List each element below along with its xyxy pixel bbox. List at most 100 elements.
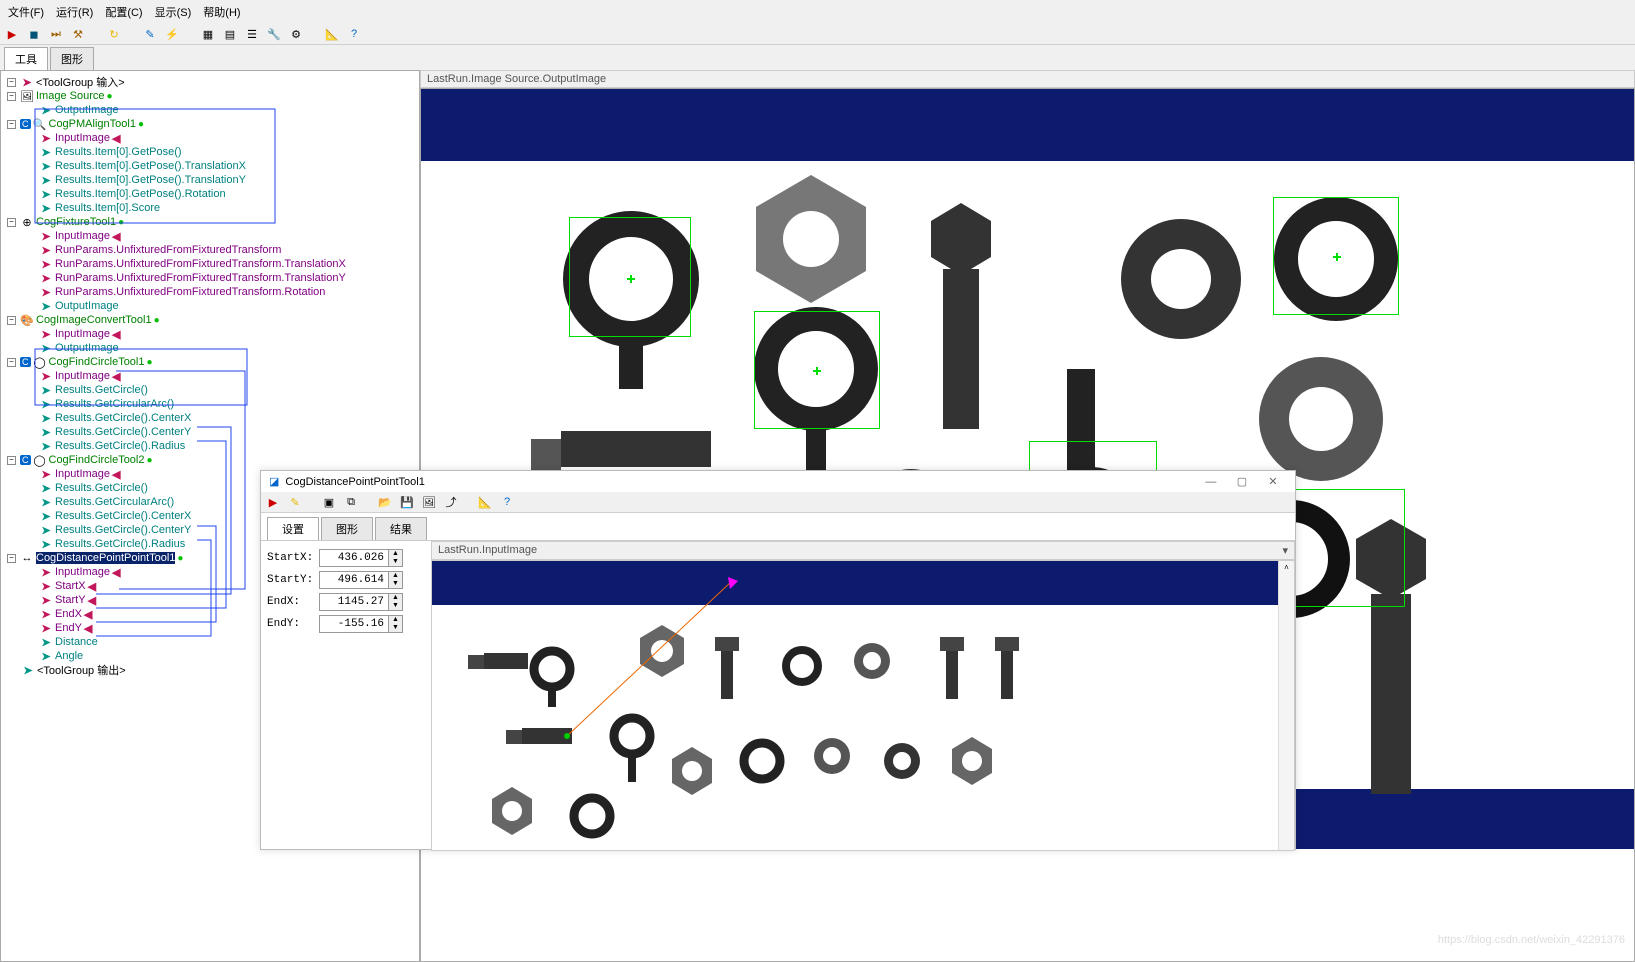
tree-input-image[interactable]: InputImage (55, 370, 110, 382)
tree-getcirculararc[interactable]: Results.GetCircularArc() (55, 496, 174, 508)
tree-runparams-rot[interactable]: RunParams.UnfixturedFromFixturedTransfor… (55, 286, 325, 298)
tree-startx[interactable]: StartX (55, 580, 86, 592)
tab-shapes[interactable]: 图形 (50, 47, 94, 70)
copy-icon[interactable]: ⧉ (343, 494, 359, 510)
scroll-up-icon[interactable]: ˄ (1281, 563, 1292, 575)
tree-getpose-ty[interactable]: Results.Item[0].GetPose().TranslationY (55, 174, 246, 186)
tree-getcircle[interactable]: Results.GetCircle() (55, 482, 148, 494)
edit-icon[interactable]: ✎ (287, 494, 303, 510)
endx-input[interactable] (320, 594, 388, 610)
tree-output-image[interactable]: OutputImage (55, 342, 119, 354)
tree-toolgroup-in[interactable]: <ToolGroup 输入> (36, 74, 125, 90)
form-icon[interactable]: ▦ (200, 26, 216, 42)
tree-getcircle-cx[interactable]: Results.GetCircle().CenterX (55, 412, 191, 424)
export-icon[interactable]: ⤴ (443, 494, 459, 510)
tree-endy[interactable]: EndY (55, 622, 82, 634)
menu-show[interactable]: 显示(S) (151, 2, 196, 22)
wand-icon[interactable]: ✎ (142, 26, 158, 42)
sub-image-area[interactable]: ˄ (431, 560, 1295, 851)
expander-icon[interactable]: − (7, 218, 16, 227)
tree-output-image[interactable]: OutputImage (55, 104, 119, 116)
sub-window-titlebar[interactable]: ◪ CogDistancePointPointTool1 — ▢ ✕ (261, 471, 1295, 492)
refresh-icon[interactable]: ↻ (106, 26, 122, 42)
tab-tools[interactable]: 工具 (4, 47, 48, 70)
tab-shapes[interactable]: 图形 (321, 517, 373, 540)
close-button[interactable]: ✕ (1259, 475, 1287, 488)
expander-icon[interactable]: − (7, 78, 16, 87)
tree-convert[interactable]: CogImageConvertTool1 (36, 314, 152, 326)
expander-icon[interactable]: − (7, 554, 16, 563)
menu-file[interactable]: 文件(F) (4, 2, 48, 22)
gear-icon[interactable]: ⚙ (288, 26, 304, 42)
tree-input-image[interactable]: InputImage (55, 468, 110, 480)
tree-output-image[interactable]: OutputImage (55, 300, 119, 312)
dropdown-icon[interactable]: ▾ (1282, 544, 1288, 557)
tree-fixture[interactable]: CogFixtureTool1 (36, 216, 116, 228)
tree-getcircle-cx[interactable]: Results.GetCircle().CenterX (55, 510, 191, 522)
stop-icon[interactable]: ◼ (26, 26, 42, 42)
tab-settings[interactable]: 设置 (267, 517, 319, 540)
tree-input-image[interactable]: InputImage (55, 132, 110, 144)
tab-results[interactable]: 结果 (375, 517, 427, 540)
spin-up-icon[interactable]: ▲ (389, 572, 402, 580)
grid-icon[interactable]: ▤ (222, 26, 238, 42)
menu-run[interactable]: 运行(R) (52, 2, 97, 22)
tree-toolgroup-out[interactable]: <ToolGroup 输出> (37, 662, 126, 678)
tree-runparams[interactable]: RunParams.UnfixturedFromFixturedTransfor… (55, 244, 281, 256)
ruler-icon[interactable]: 📐 (324, 26, 340, 42)
tree-distance[interactable]: Distance (55, 636, 98, 648)
spin-down-icon[interactable]: ▼ (389, 580, 402, 588)
ruler-icon[interactable]: 📐 (477, 494, 493, 510)
spin-down-icon[interactable]: ▼ (389, 558, 402, 566)
wrench-icon[interactable]: 🔧 (266, 26, 282, 42)
tree-getcircle-r[interactable]: Results.GetCircle().Radius (55, 440, 185, 452)
expander-icon[interactable]: − (7, 120, 16, 129)
tree-endx[interactable]: EndX (55, 608, 82, 620)
spin-up-icon[interactable]: ▲ (389, 594, 402, 602)
spin-up-icon[interactable]: ▲ (389, 550, 402, 558)
save-icon[interactable]: 💾 (399, 494, 415, 510)
tree-getcircle-r[interactable]: Results.GetCircle().Radius (55, 538, 185, 550)
tree-angle[interactable]: Angle (55, 650, 83, 662)
tree-distance-tool[interactable]: CogDistancePointPointTool1 (36, 552, 175, 564)
tree-findcircle1[interactable]: CogFindCircleTool1 (49, 356, 145, 368)
expander-icon[interactable]: − (7, 92, 16, 101)
help-icon[interactable]: ? (346, 26, 362, 42)
tree-pmalign[interactable]: CogPMAlignTool1 (49, 118, 136, 130)
tree-image-source[interactable]: Image Source (36, 90, 104, 102)
tree-findcircle2[interactable]: CogFindCircleTool2 (49, 454, 145, 466)
minimize-button[interactable]: — (1197, 476, 1225, 488)
spin-down-icon[interactable]: ▼ (389, 602, 402, 610)
tree-getcircle[interactable]: Results.GetCircle() (55, 384, 148, 396)
scrollbar[interactable]: ˄ (1278, 561, 1294, 850)
image-icon[interactable]: 🖼 (421, 494, 437, 510)
tree-getpose[interactable]: Results.Item[0].GetPose() (55, 146, 182, 158)
expander-icon[interactable]: − (7, 316, 16, 325)
tree-input-image[interactable]: InputImage (55, 566, 110, 578)
maximize-button[interactable]: ▢ (1228, 475, 1256, 488)
tree-runparams-tx[interactable]: RunParams.UnfixturedFromFixturedTransfor… (55, 258, 346, 270)
run-icon[interactable]: ▶ (4, 26, 20, 42)
menu-config[interactable]: 配置(C) (101, 2, 146, 22)
tree-getpose-rot[interactable]: Results.Item[0].GetPose().Rotation (55, 188, 226, 200)
spin-up-icon[interactable]: ▲ (389, 616, 402, 624)
expander-icon[interactable]: − (7, 456, 16, 465)
step-icon[interactable]: ⏭ (48, 26, 64, 42)
run-icon[interactable]: ▶ (265, 494, 281, 510)
tree-starty[interactable]: StartY (55, 594, 86, 606)
flash-icon[interactable]: ⚡ (164, 26, 180, 42)
open-icon[interactable]: 📂 (377, 494, 393, 510)
tree-input-image[interactable]: InputImage (55, 230, 110, 242)
spin-down-icon[interactable]: ▼ (389, 624, 402, 632)
tree-score[interactable]: Results.Item[0].Score (55, 202, 160, 214)
list-icon[interactable]: ☰ (244, 26, 260, 42)
starty-input[interactable] (320, 572, 388, 588)
menu-help[interactable]: 帮助(H) (199, 2, 244, 22)
endy-input[interactable] (320, 616, 388, 632)
tree-runparams-ty[interactable]: RunParams.UnfixturedFromFixturedTransfor… (55, 272, 346, 284)
tool-icon[interactable]: ⚒ (70, 26, 86, 42)
help-icon[interactable]: ? (499, 494, 515, 510)
tree-getcirculararc[interactable]: Results.GetCircularArc() (55, 398, 174, 410)
tree-getcircle-cy[interactable]: Results.GetCircle().CenterY (55, 524, 191, 536)
tree-input-image[interactable]: InputImage (55, 328, 110, 340)
